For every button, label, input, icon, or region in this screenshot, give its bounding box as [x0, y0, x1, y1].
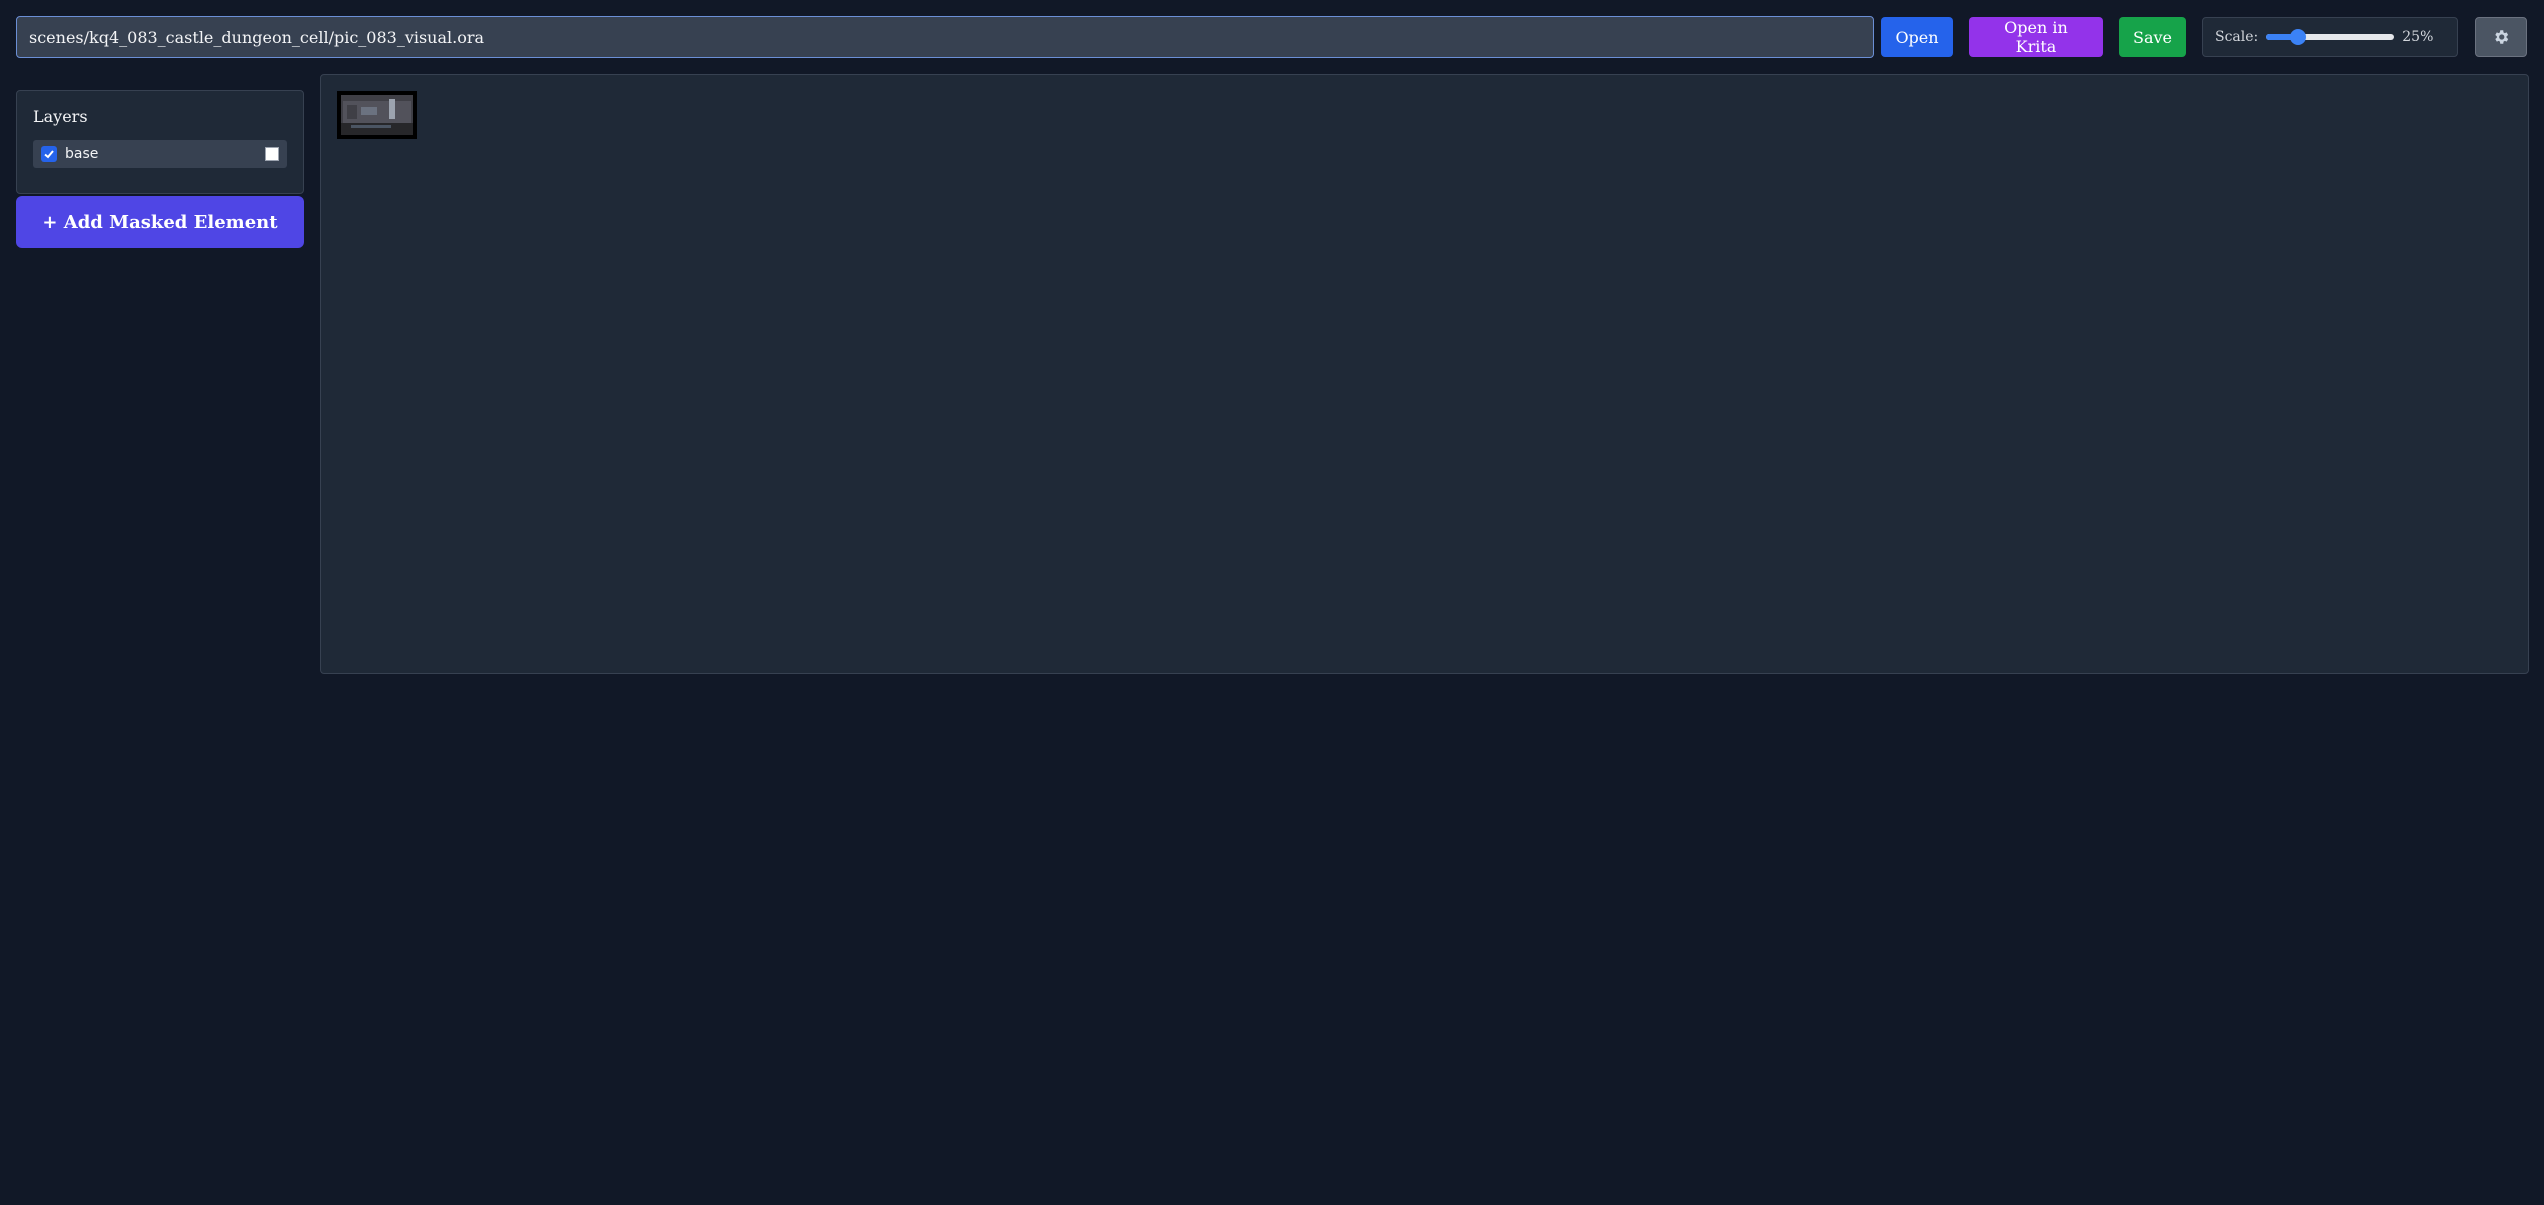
- save-button[interactable]: Save: [2119, 17, 2186, 57]
- layer-visibility-checkbox[interactable]: [41, 146, 57, 162]
- scale-slider[interactable]: [2266, 29, 2395, 45]
- scale-control: Scale: 25%: [2202, 17, 2458, 57]
- scale-value: 25%: [2402, 29, 2434, 45]
- file-path-input[interactable]: [16, 16, 1874, 58]
- scale-slider-thumb[interactable]: [2290, 29, 2307, 45]
- layers-panel: Layers base: [16, 90, 304, 194]
- toolbar: Open Open in Krita Save Scale: 25%: [16, 16, 2529, 58]
- check-icon: [44, 150, 54, 159]
- layer-color-swatch[interactable]: [265, 147, 279, 161]
- sidebar: Layers base + Add Masked Element: [16, 90, 304, 248]
- layer-name: base: [65, 146, 99, 162]
- layer-row-base[interactable]: base: [33, 140, 287, 168]
- open-button[interactable]: Open: [1881, 17, 1953, 57]
- scale-label: Scale:: [2215, 29, 2259, 45]
- gear-icon: [2495, 30, 2509, 44]
- scene-thumbnail[interactable]: [337, 91, 417, 139]
- settings-button[interactable]: [2475, 17, 2527, 57]
- layers-title: Layers: [33, 107, 88, 126]
- open-in-krita-button[interactable]: Open in Krita: [1969, 17, 2103, 57]
- canvas-area[interactable]: [320, 74, 2529, 674]
- add-masked-element-button[interactable]: + Add Masked Element: [16, 196, 304, 248]
- scene-image: [341, 95, 413, 135]
